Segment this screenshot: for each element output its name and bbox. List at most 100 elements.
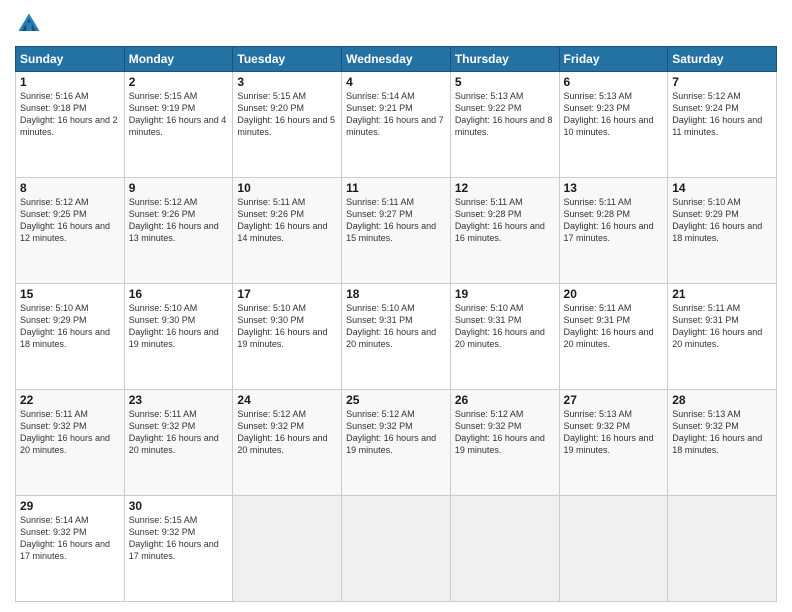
calendar-day-1: 1Sunrise: 5:16 AMSunset: 9:18 PMDaylight…: [16, 72, 125, 178]
calendar-header-wednesday: Wednesday: [342, 47, 451, 72]
calendar-header-saturday: Saturday: [668, 47, 777, 72]
calendar-day-28: 28Sunrise: 5:13 AMSunset: 9:32 PMDayligh…: [668, 390, 777, 496]
day-info: Sunrise: 5:10 AMSunset: 9:29 PMDaylight:…: [672, 196, 772, 245]
day-info: Sunrise: 5:10 AMSunset: 9:30 PMDaylight:…: [129, 302, 229, 351]
calendar-day-21: 21Sunrise: 5:11 AMSunset: 9:31 PMDayligh…: [668, 284, 777, 390]
day-number: 6: [564, 75, 664, 89]
calendar-empty-cell: [668, 496, 777, 602]
day-number: 5: [455, 75, 555, 89]
calendar-day-17: 17Sunrise: 5:10 AMSunset: 9:30 PMDayligh…: [233, 284, 342, 390]
calendar-header-sunday: Sunday: [16, 47, 125, 72]
day-number: 11: [346, 181, 446, 195]
calendar-day-25: 25Sunrise: 5:12 AMSunset: 9:32 PMDayligh…: [342, 390, 451, 496]
calendar-day-19: 19Sunrise: 5:10 AMSunset: 9:31 PMDayligh…: [450, 284, 559, 390]
calendar-header-row: SundayMondayTuesdayWednesdayThursdayFrid…: [16, 47, 777, 72]
day-info: Sunrise: 5:14 AMSunset: 9:21 PMDaylight:…: [346, 90, 446, 139]
day-info: Sunrise: 5:10 AMSunset: 9:30 PMDaylight:…: [237, 302, 337, 351]
calendar-day-14: 14Sunrise: 5:10 AMSunset: 9:29 PMDayligh…: [668, 178, 777, 284]
calendar-empty-cell: [233, 496, 342, 602]
calendar-day-15: 15Sunrise: 5:10 AMSunset: 9:29 PMDayligh…: [16, 284, 125, 390]
day-info: Sunrise: 5:12 AMSunset: 9:32 PMDaylight:…: [455, 408, 555, 457]
day-info: Sunrise: 5:11 AMSunset: 9:32 PMDaylight:…: [129, 408, 229, 457]
day-number: 14: [672, 181, 772, 195]
day-number: 8: [20, 181, 120, 195]
calendar-day-9: 9Sunrise: 5:12 AMSunset: 9:26 PMDaylight…: [124, 178, 233, 284]
calendar-day-6: 6Sunrise: 5:13 AMSunset: 9:23 PMDaylight…: [559, 72, 668, 178]
day-number: 25: [346, 393, 446, 407]
day-info: Sunrise: 5:12 AMSunset: 9:26 PMDaylight:…: [129, 196, 229, 245]
day-number: 23: [129, 393, 229, 407]
day-info: Sunrise: 5:13 AMSunset: 9:32 PMDaylight:…: [564, 408, 664, 457]
calendar-empty-cell: [450, 496, 559, 602]
day-info: Sunrise: 5:12 AMSunset: 9:32 PMDaylight:…: [346, 408, 446, 457]
calendar-day-24: 24Sunrise: 5:12 AMSunset: 9:32 PMDayligh…: [233, 390, 342, 496]
calendar-week-1: 1Sunrise: 5:16 AMSunset: 9:18 PMDaylight…: [16, 72, 777, 178]
day-number: 21: [672, 287, 772, 301]
day-number: 4: [346, 75, 446, 89]
calendar-day-13: 13Sunrise: 5:11 AMSunset: 9:28 PMDayligh…: [559, 178, 668, 284]
calendar-header-tuesday: Tuesday: [233, 47, 342, 72]
calendar-day-20: 20Sunrise: 5:11 AMSunset: 9:31 PMDayligh…: [559, 284, 668, 390]
calendar-day-7: 7Sunrise: 5:12 AMSunset: 9:24 PMDaylight…: [668, 72, 777, 178]
calendar-header-friday: Friday: [559, 47, 668, 72]
day-info: Sunrise: 5:13 AMSunset: 9:22 PMDaylight:…: [455, 90, 555, 139]
calendar-day-30: 30Sunrise: 5:15 AMSunset: 9:32 PMDayligh…: [124, 496, 233, 602]
calendar-week-2: 8Sunrise: 5:12 AMSunset: 9:25 PMDaylight…: [16, 178, 777, 284]
day-info: Sunrise: 5:12 AMSunset: 9:24 PMDaylight:…: [672, 90, 772, 139]
calendar-day-2: 2Sunrise: 5:15 AMSunset: 9:19 PMDaylight…: [124, 72, 233, 178]
day-info: Sunrise: 5:10 AMSunset: 9:29 PMDaylight:…: [20, 302, 120, 351]
day-number: 13: [564, 181, 664, 195]
calendar-header-thursday: Thursday: [450, 47, 559, 72]
logo-icon: [15, 10, 43, 38]
calendar-day-29: 29Sunrise: 5:14 AMSunset: 9:32 PMDayligh…: [16, 496, 125, 602]
day-info: Sunrise: 5:15 AMSunset: 9:20 PMDaylight:…: [237, 90, 337, 139]
day-info: Sunrise: 5:10 AMSunset: 9:31 PMDaylight:…: [455, 302, 555, 351]
day-number: 2: [129, 75, 229, 89]
day-number: 22: [20, 393, 120, 407]
day-info: Sunrise: 5:14 AMSunset: 9:32 PMDaylight:…: [20, 514, 120, 563]
day-number: 18: [346, 287, 446, 301]
calendar-empty-cell: [342, 496, 451, 602]
day-info: Sunrise: 5:15 AMSunset: 9:19 PMDaylight:…: [129, 90, 229, 139]
calendar-day-11: 11Sunrise: 5:11 AMSunset: 9:27 PMDayligh…: [342, 178, 451, 284]
calendar-day-16: 16Sunrise: 5:10 AMSunset: 9:30 PMDayligh…: [124, 284, 233, 390]
calendar-empty-cell: [559, 496, 668, 602]
day-number: 1: [20, 75, 120, 89]
logo: [15, 10, 47, 38]
day-info: Sunrise: 5:10 AMSunset: 9:31 PMDaylight:…: [346, 302, 446, 351]
day-number: 19: [455, 287, 555, 301]
day-number: 24: [237, 393, 337, 407]
day-info: Sunrise: 5:11 AMSunset: 9:26 PMDaylight:…: [237, 196, 337, 245]
day-info: Sunrise: 5:11 AMSunset: 9:32 PMDaylight:…: [20, 408, 120, 457]
day-number: 16: [129, 287, 229, 301]
day-number: 29: [20, 499, 120, 513]
day-info: Sunrise: 5:11 AMSunset: 9:31 PMDaylight:…: [672, 302, 772, 351]
day-number: 10: [237, 181, 337, 195]
day-number: 9: [129, 181, 229, 195]
calendar-table: SundayMondayTuesdayWednesdayThursdayFrid…: [15, 46, 777, 602]
day-info: Sunrise: 5:11 AMSunset: 9:28 PMDaylight:…: [564, 196, 664, 245]
day-info: Sunrise: 5:11 AMSunset: 9:27 PMDaylight:…: [346, 196, 446, 245]
day-info: Sunrise: 5:12 AMSunset: 9:32 PMDaylight:…: [237, 408, 337, 457]
day-number: 30: [129, 499, 229, 513]
day-info: Sunrise: 5:11 AMSunset: 9:28 PMDaylight:…: [455, 196, 555, 245]
calendar-header-monday: Monday: [124, 47, 233, 72]
calendar-day-4: 4Sunrise: 5:14 AMSunset: 9:21 PMDaylight…: [342, 72, 451, 178]
day-number: 3: [237, 75, 337, 89]
calendar-day-5: 5Sunrise: 5:13 AMSunset: 9:22 PMDaylight…: [450, 72, 559, 178]
calendar-week-4: 22Sunrise: 5:11 AMSunset: 9:32 PMDayligh…: [16, 390, 777, 496]
day-info: Sunrise: 5:16 AMSunset: 9:18 PMDaylight:…: [20, 90, 120, 139]
calendar-day-22: 22Sunrise: 5:11 AMSunset: 9:32 PMDayligh…: [16, 390, 125, 496]
calendar-day-18: 18Sunrise: 5:10 AMSunset: 9:31 PMDayligh…: [342, 284, 451, 390]
day-number: 7: [672, 75, 772, 89]
day-number: 17: [237, 287, 337, 301]
day-number: 27: [564, 393, 664, 407]
day-number: 15: [20, 287, 120, 301]
day-number: 26: [455, 393, 555, 407]
day-info: Sunrise: 5:15 AMSunset: 9:32 PMDaylight:…: [129, 514, 229, 563]
day-number: 28: [672, 393, 772, 407]
calendar-day-3: 3Sunrise: 5:15 AMSunset: 9:20 PMDaylight…: [233, 72, 342, 178]
day-number: 12: [455, 181, 555, 195]
calendar-day-26: 26Sunrise: 5:12 AMSunset: 9:32 PMDayligh…: [450, 390, 559, 496]
calendar-week-5: 29Sunrise: 5:14 AMSunset: 9:32 PMDayligh…: [16, 496, 777, 602]
